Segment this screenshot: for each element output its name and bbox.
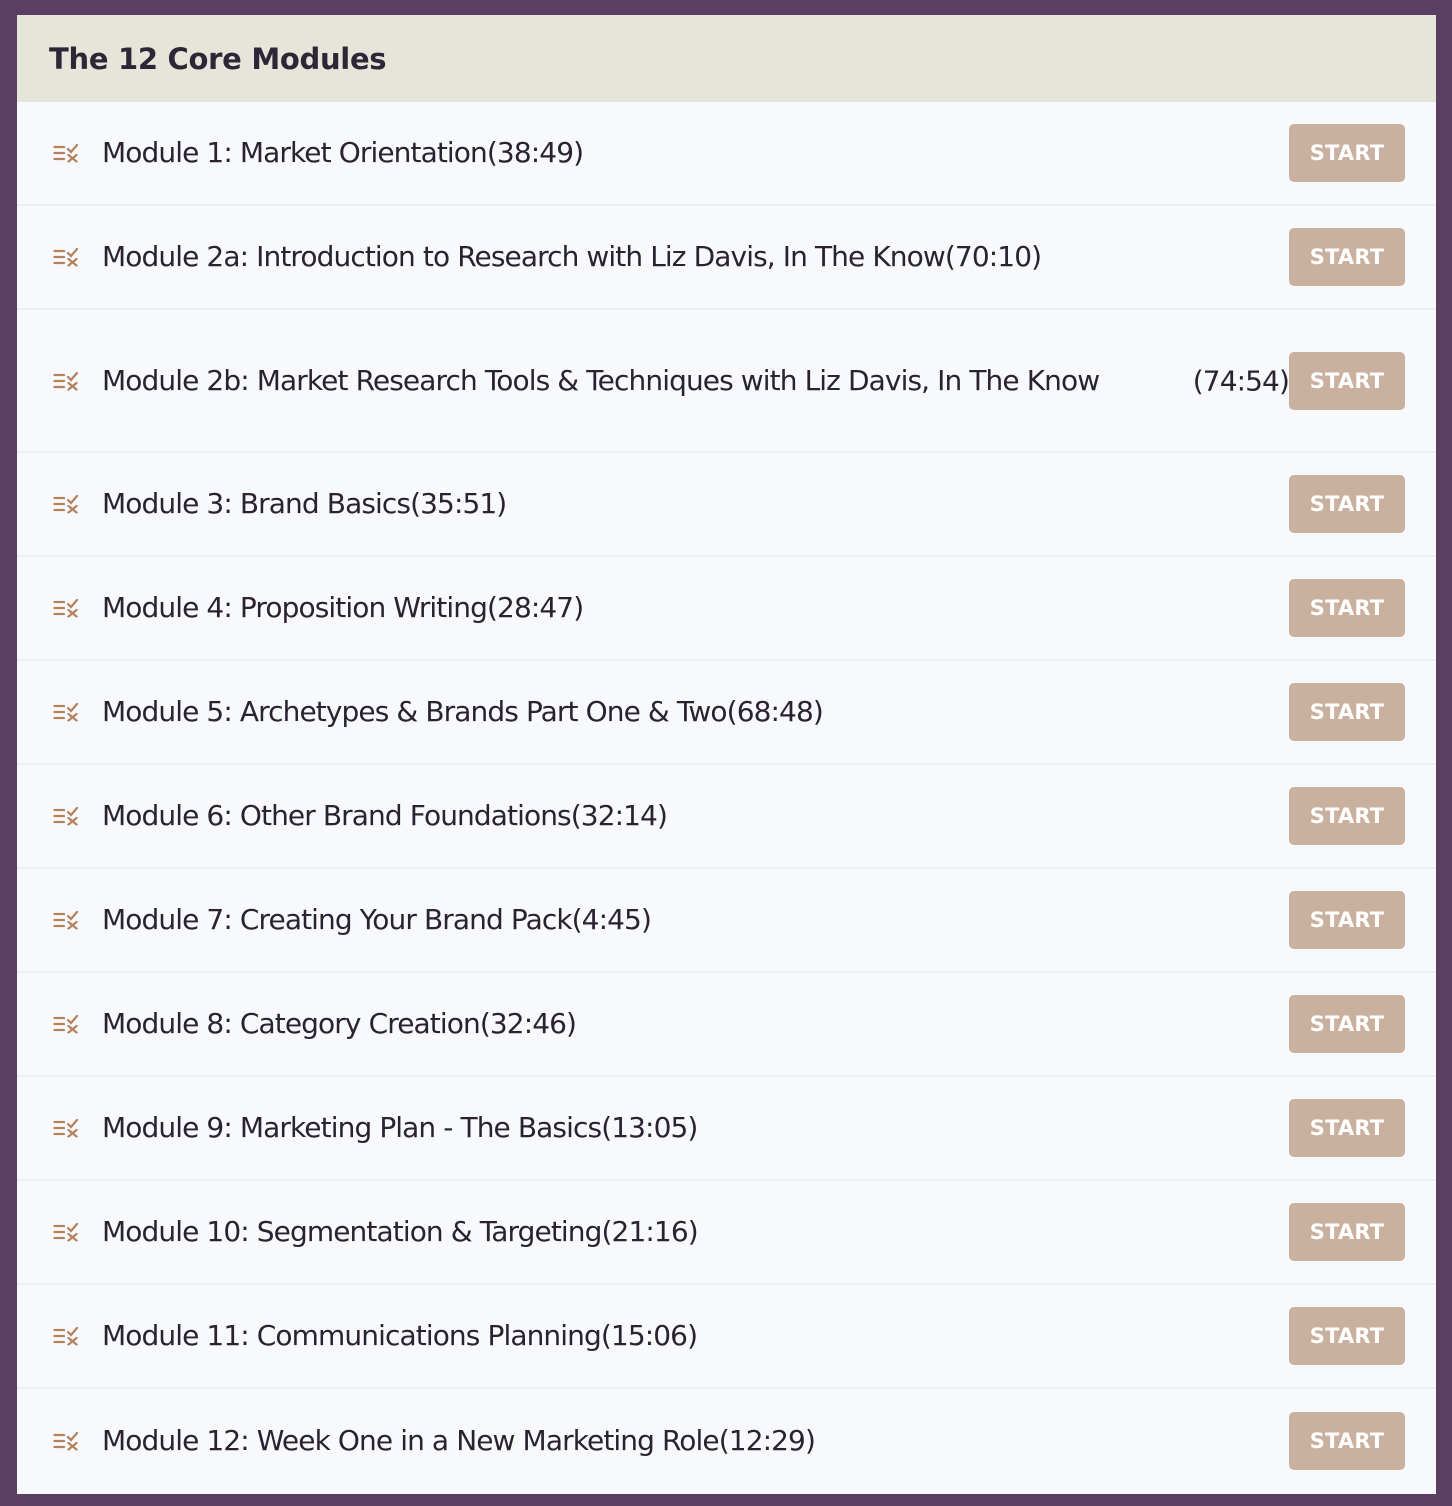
list-check-icon bbox=[53, 910, 79, 930]
module-row: Module 8: Category Creation(32:46) START bbox=[17, 973, 1436, 1077]
start-button[interactable]: START bbox=[1289, 1307, 1405, 1365]
start-button[interactable]: START bbox=[1289, 683, 1405, 741]
module-row: Module 1: Market Orientation(38:49) STAR… bbox=[17, 102, 1436, 206]
module-title: Module 9: Marketing Plan - The Basics(13… bbox=[102, 1111, 698, 1144]
module-duration: (21:16) bbox=[601, 1215, 699, 1248]
module-row: Module 10: Segmentation & Targeting(21:1… bbox=[17, 1181, 1436, 1285]
list-check-icon bbox=[53, 702, 79, 722]
module-duration: (70:10) bbox=[944, 240, 1042, 273]
start-button[interactable]: START bbox=[1289, 891, 1405, 949]
module-duration: (4:45) bbox=[571, 903, 652, 936]
module-title: Module 1: Market Orientation(38:49) bbox=[102, 136, 584, 169]
list-check-icon bbox=[53, 1222, 79, 1242]
list-check-icon bbox=[53, 1118, 79, 1138]
module-duration: (28:47) bbox=[487, 591, 584, 624]
list-check-icon bbox=[53, 806, 79, 826]
module-title: Module 7: Creating Your Brand Pack(4:45) bbox=[102, 903, 652, 936]
module-list: Module 1: Market Orientation(38:49) STAR… bbox=[17, 102, 1436, 1493]
module-row: Module 6: Other Brand Foundations(32:14)… bbox=[17, 765, 1436, 869]
list-check-icon bbox=[53, 371, 79, 391]
module-row: Module 2b: Market Research Tools & Techn… bbox=[17, 310, 1436, 453]
list-check-icon bbox=[53, 143, 79, 163]
start-button[interactable]: START bbox=[1289, 579, 1405, 637]
section-title: The 12 Core Modules bbox=[49, 41, 387, 76]
start-button[interactable]: START bbox=[1289, 228, 1405, 286]
list-check-icon bbox=[53, 494, 79, 514]
module-title: Module 12: Week One in a New Marketing R… bbox=[102, 1424, 816, 1457]
module-row: Module 3: Brand Basics(35:51) START bbox=[17, 453, 1436, 557]
module-title: Module 5: Archetypes & Brands Part One &… bbox=[102, 695, 824, 728]
module-duration: (74:54) bbox=[1192, 364, 1290, 397]
list-check-icon bbox=[53, 1014, 79, 1034]
module-title: Module 3: Brand Basics(35:51) bbox=[102, 487, 507, 520]
list-check-icon bbox=[53, 1431, 79, 1451]
module-row: Module 9: Marketing Plan - The Basics(13… bbox=[17, 1077, 1436, 1181]
module-row: Module 4: Proposition Writing(28:47) STA… bbox=[17, 557, 1436, 661]
list-check-icon bbox=[53, 598, 79, 618]
start-button[interactable]: START bbox=[1289, 1203, 1405, 1261]
start-button[interactable]: START bbox=[1289, 995, 1405, 1053]
module-title: Module 11: Communications Planning(15:06… bbox=[102, 1319, 698, 1352]
module-title: Module 2b: Market Research Tools & Techn… bbox=[102, 363, 1100, 397]
module-row: Module 12: Week One in a New Marketing R… bbox=[17, 1389, 1436, 1493]
start-button[interactable]: START bbox=[1289, 787, 1405, 845]
module-row: Module 11: Communications Planning(15:06… bbox=[17, 1285, 1436, 1389]
list-check-icon bbox=[53, 247, 79, 267]
module-duration: (68:48) bbox=[726, 695, 824, 728]
module-title: Module 4: Proposition Writing(28:47) bbox=[102, 591, 584, 624]
module-title: Module 6: Other Brand Foundations(32:14) bbox=[102, 799, 668, 832]
start-button[interactable]: START bbox=[1289, 475, 1405, 533]
start-button[interactable]: START bbox=[1289, 1412, 1405, 1470]
modules-panel: The 12 Core Modules Module 1: Market Ori… bbox=[17, 15, 1436, 1494]
module-title: Module 8: Category Creation(32:46) bbox=[102, 1007, 577, 1040]
start-button[interactable]: START bbox=[1289, 1099, 1405, 1157]
module-duration: (15:06) bbox=[600, 1319, 698, 1352]
section-header: The 12 Core Modules bbox=[17, 15, 1436, 102]
module-title: Module 2a: Introduction to Research with… bbox=[102, 240, 1042, 273]
module-duration: (32:46) bbox=[479, 1007, 577, 1040]
module-duration: (32:14) bbox=[570, 799, 668, 832]
module-row: Module 2a: Introduction to Research with… bbox=[17, 206, 1436, 310]
module-row: Module 7: Creating Your Brand Pack(4:45)… bbox=[17, 869, 1436, 973]
module-duration: (13:05) bbox=[601, 1111, 698, 1144]
module-duration: (35:51) bbox=[410, 487, 507, 520]
list-check-icon bbox=[53, 1326, 79, 1346]
start-button[interactable]: START bbox=[1289, 124, 1405, 182]
start-button[interactable]: START bbox=[1289, 351, 1405, 410]
module-duration: (38:49) bbox=[486, 136, 584, 169]
module-duration: (12:29) bbox=[718, 1424, 816, 1457]
module-title: Module 10: Segmentation & Targeting(21:1… bbox=[102, 1215, 699, 1248]
module-row: Module 5: Archetypes & Brands Part One &… bbox=[17, 661, 1436, 765]
